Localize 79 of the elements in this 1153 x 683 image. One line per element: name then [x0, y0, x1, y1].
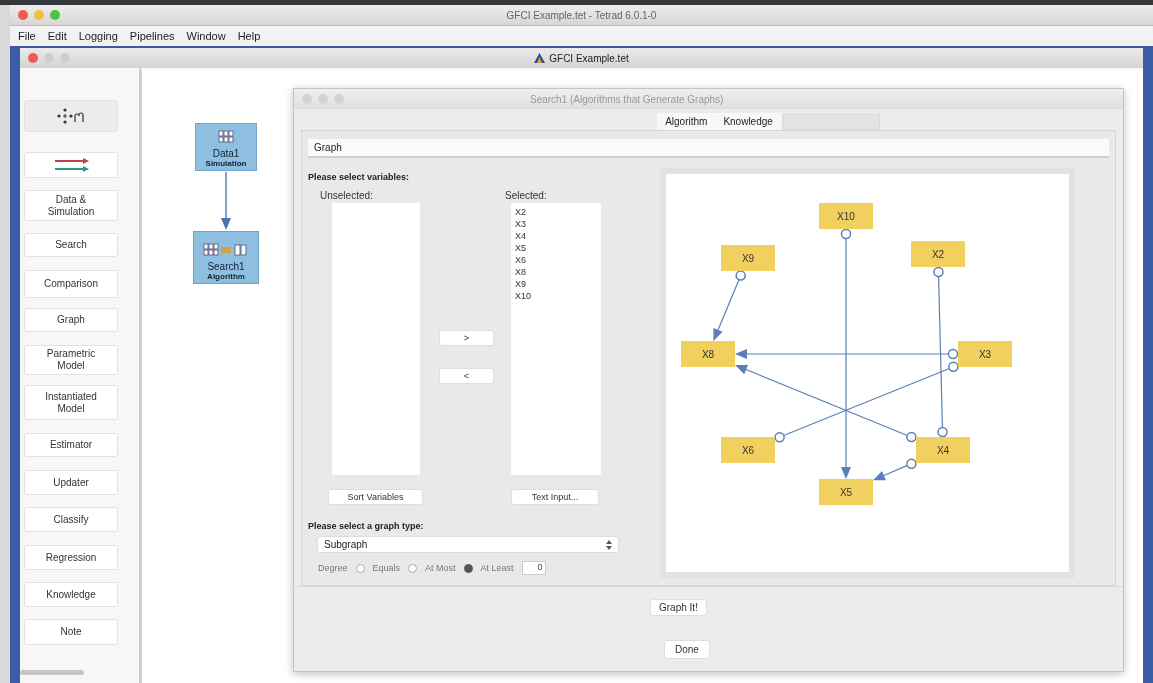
graph-node[interactable]: X6	[721, 437, 775, 463]
list-label: Unselected:	[320, 190, 374, 201]
palette-button[interactable]: Updater	[24, 470, 118, 495]
palette-button[interactable]: Data & Simulation	[24, 190, 118, 221]
scrollbar[interactable]	[20, 670, 84, 675]
sort-button[interactable]: Sort Variables	[328, 489, 423, 505]
node-type: Algorithm	[207, 272, 245, 281]
section-heading: Please select a graph type:	[308, 521, 425, 531]
list-item[interactable]: X3	[515, 218, 597, 230]
graph-node[interactable]: X8	[681, 341, 735, 367]
document-title: GFCI Example.tet	[549, 52, 629, 64]
palette-button[interactable]: Note	[24, 619, 118, 645]
list-item[interactable]: X4	[515, 230, 597, 242]
window-title: GFCI Example.tet - Tetrad 6.0.1-0	[506, 10, 657, 21]
grid-icon	[218, 130, 234, 144]
menu-item[interactable]: Window	[186, 30, 226, 42]
palette-button[interactable]: Instantiated Model	[24, 385, 118, 420]
list-item[interactable]: X2	[515, 206, 597, 218]
dialog-title: Search1 (Algorithms that Generate Graphs)	[530, 93, 724, 105]
list-item[interactable]: X8	[515, 266, 597, 278]
list-item[interactable]: X10	[515, 290, 597, 302]
node-type: Simulation	[205, 159, 247, 168]
tab[interactable]: Algorithm	[657, 113, 716, 130]
palette-button[interactable]: Graph	[24, 308, 118, 332]
graph-edge[interactable]	[933, 266, 948, 438]
canvas-node[interactable]: Data1 Simulation	[195, 123, 257, 171]
list-label: Selected:	[505, 190, 548, 201]
triangle-icon	[534, 53, 546, 63]
graph-edge[interactable]	[735, 364, 917, 443]
list-item[interactable]: X6	[515, 254, 597, 266]
selected-list[interactable]: X2 X3 X4 X5 X6 X8 X9 X10	[511, 203, 601, 475]
tool-button[interactable]	[24, 152, 118, 178]
radio-label: Equals	[372, 563, 401, 573]
graph-node[interactable]: X3	[958, 341, 1012, 367]
radio-label: At Least	[480, 563, 514, 573]
connector-arrow	[221, 172, 231, 230]
palette-button[interactable]: Estimator	[24, 433, 118, 457]
menu-item[interactable]: File	[18, 30, 36, 42]
node-name: Data1	[212, 148, 240, 159]
arrows-icon	[53, 158, 89, 172]
graph-type-select[interactable]: Subgraph	[317, 536, 619, 553]
stepper-icon	[606, 539, 612, 550]
graph-edge[interactable]	[840, 228, 852, 479]
radio-label: At Most	[425, 563, 456, 573]
palette-button[interactable]: Comparison	[24, 270, 118, 298]
menu-item[interactable]: Logging	[78, 30, 118, 42]
canvas-node[interactable]: Search1 Algorithm	[193, 231, 259, 284]
graph-node[interactable]: X10	[819, 203, 873, 229]
graph-edge[interactable]	[774, 361, 959, 443]
graph-edge[interactable]	[873, 458, 917, 481]
section-heading: Please select variables:	[308, 172, 411, 182]
menu-item[interactable]: Help	[237, 30, 261, 42]
graph-node[interactable]: X9	[721, 245, 775, 271]
palette-button[interactable]: Search	[24, 233, 118, 257]
move-cursor-icon	[56, 107, 86, 125]
add-button[interactable]: >	[439, 330, 494, 346]
graph-edge[interactable]	[713, 270, 746, 341]
palette-button[interactable]: Parametric Model	[24, 345, 118, 375]
palette-button[interactable]: Knowledge	[24, 582, 118, 607]
list-item[interactable]: X9	[515, 278, 597, 290]
remove-button[interactable]: <	[439, 368, 494, 384]
tool-button[interactable]	[24, 100, 118, 132]
node-name: Search1	[207, 261, 245, 272]
done-button[interactable]: Done	[664, 639, 710, 659]
list-item[interactable]: X5	[515, 242, 597, 254]
graph-edge[interactable]	[735, 348, 959, 360]
menu-item[interactable]: Pipelines	[129, 30, 175, 42]
palette-button[interactable]: Regression	[24, 545, 118, 570]
palette-button[interactable]: Classify	[24, 507, 118, 532]
graph-node[interactable]: X4	[916, 437, 970, 463]
tab[interactable]: Knowledge	[715, 113, 781, 130]
graph-node[interactable]: X5	[819, 479, 873, 505]
menu-item[interactable]: Edit	[47, 30, 67, 42]
grid-icon	[203, 243, 249, 257]
subtab[interactable]: Graph	[314, 142, 342, 153]
degree-label: Degree	[318, 563, 348, 573]
graph-node[interactable]: X2	[911, 241, 965, 267]
graph-it-button[interactable]: Graph It!	[650, 598, 707, 616]
text-input-button[interactable]: Text Input...	[511, 489, 599, 505]
